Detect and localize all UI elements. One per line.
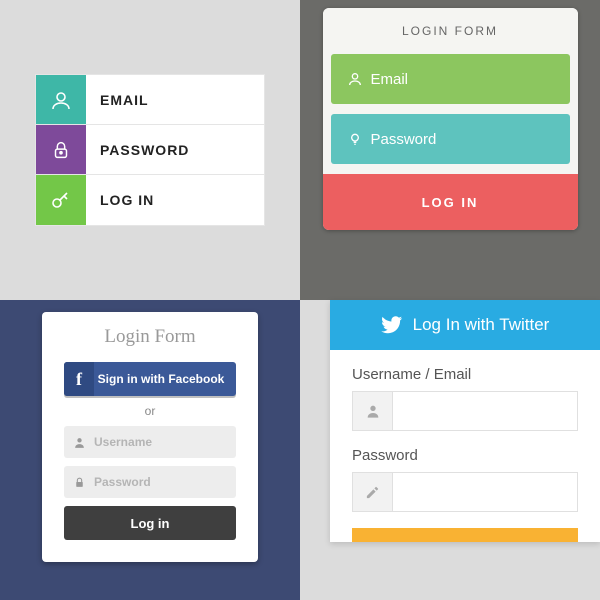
form-title: Login Form bbox=[64, 326, 236, 348]
username-input[interactable] bbox=[352, 391, 578, 431]
email-label: EMAIL bbox=[86, 75, 264, 124]
password-placeholder: Password bbox=[94, 475, 151, 489]
pencil-icon bbox=[353, 473, 393, 511]
user-icon bbox=[347, 71, 371, 87]
login-button[interactable]: LOG IN bbox=[36, 175, 264, 225]
password-input[interactable]: Password bbox=[331, 114, 570, 164]
user-icon bbox=[36, 75, 86, 124]
username-input[interactable]: Username bbox=[64, 426, 236, 458]
login-button[interactable]: Log in bbox=[64, 506, 236, 540]
bulb-icon bbox=[347, 131, 371, 147]
twitter-icon bbox=[381, 314, 403, 336]
email-placeholder: Email bbox=[371, 71, 409, 88]
facebook-icon: f bbox=[64, 362, 94, 396]
submit-button[interactable] bbox=[352, 528, 578, 542]
login-label: LOG IN bbox=[86, 175, 264, 225]
form-title: LOGIN FORM bbox=[323, 8, 578, 54]
login-button[interactable]: LOG IN bbox=[323, 174, 578, 230]
login-form-2: LOGIN FORM Email Password LOG IN bbox=[323, 8, 578, 230]
email-input[interactable]: Email bbox=[331, 54, 570, 104]
twitter-login-button[interactable]: Log In with Twitter bbox=[330, 300, 600, 350]
user-icon bbox=[64, 436, 94, 449]
password-label: Password bbox=[352, 447, 578, 464]
facebook-login-button[interactable]: f Sign in with Facebook bbox=[64, 362, 236, 396]
or-divider: or bbox=[64, 404, 236, 418]
password-input[interactable] bbox=[352, 472, 578, 512]
password-placeholder: Password bbox=[371, 131, 437, 148]
login-form-3: Login Form f Sign in with Facebook or Us… bbox=[42, 312, 258, 562]
facebook-label: Sign in with Facebook bbox=[94, 372, 236, 386]
login-form-1: EMAIL PASSWORD LOG IN bbox=[35, 74, 265, 226]
key-icon bbox=[36, 175, 86, 225]
password-label: PASSWORD bbox=[86, 125, 264, 174]
lock-icon bbox=[36, 125, 86, 174]
lock-icon bbox=[64, 476, 94, 489]
username-label: Username / Email bbox=[352, 366, 578, 383]
twitter-label: Log In with Twitter bbox=[413, 315, 550, 335]
user-icon bbox=[353, 392, 393, 430]
password-input[interactable]: Password bbox=[64, 466, 236, 498]
password-row[interactable]: PASSWORD bbox=[36, 125, 264, 175]
login-form-4: Log In with Twitter Username / Email Pas… bbox=[330, 300, 600, 542]
email-row[interactable]: EMAIL bbox=[36, 75, 264, 125]
username-placeholder: Username bbox=[94, 435, 152, 449]
